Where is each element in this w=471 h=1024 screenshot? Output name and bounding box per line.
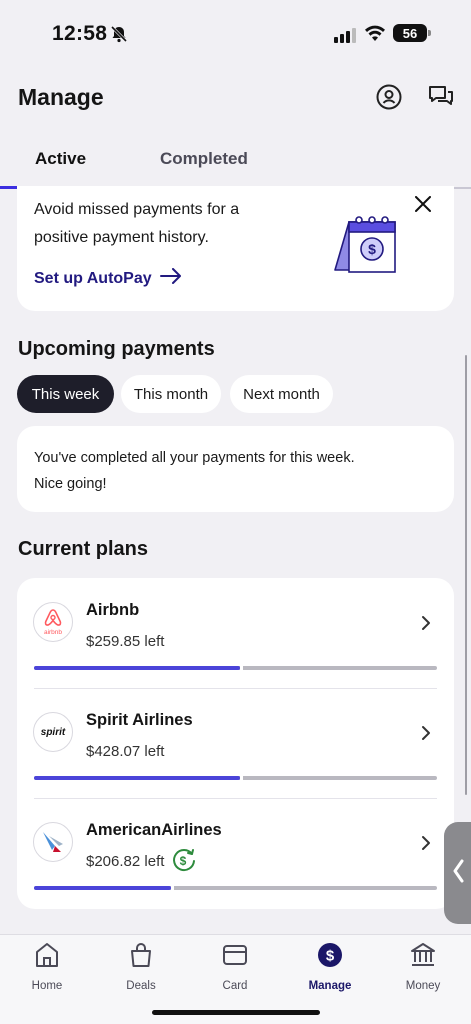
plan-progress-bar (34, 665, 437, 671)
profile-icon[interactable] (376, 84, 402, 115)
american-airlines-logo (33, 822, 73, 862)
nav-home[interactable]: Home (7, 941, 87, 992)
plan-progress-bar (34, 775, 437, 781)
plan-row-airbnb[interactable]: airbnb Airbnb $259.85 left (17, 578, 454, 688)
svg-text:airbnb: airbnb (44, 629, 62, 636)
side-panel-handle[interactable] (444, 822, 471, 924)
payments-complete-card: You've completed all your payments for t… (17, 426, 454, 512)
chevron-left-icon (452, 859, 464, 888)
signal-icon (334, 28, 356, 43)
nav-label: Manage (308, 980, 352, 992)
home-icon (34, 941, 60, 974)
shopping-bag-icon (128, 941, 154, 974)
plan-row-spirit-airlines[interactable]: spirit Spirit Airlines $428.07 left (17, 688, 454, 798)
nav-money[interactable]: Money (383, 941, 463, 992)
svg-text:$: $ (368, 241, 376, 257)
airbnb-logo: airbnb (33, 602, 73, 642)
progress-separator (171, 885, 174, 891)
payments-complete-message: You've completed all your payments for t… (34, 445, 434, 497)
nav-deals[interactable]: Deals (101, 941, 181, 992)
chevron-right-icon[interactable] (421, 835, 431, 856)
filter-this-month[interactable]: This month (121, 375, 221, 413)
nav-manage[interactable]: $ Manage (290, 941, 370, 992)
upcoming-payments-title: Upcoming payments (18, 338, 215, 360)
nav-label: Home (31, 980, 63, 992)
payments-complete-line1: You've completed all your payments for t… (34, 450, 355, 466)
page-title: Manage (18, 84, 104, 110)
bank-icon (409, 941, 437, 974)
scrollbar[interactable] (465, 355, 467, 795)
plans-list: airbnb Airbnb $259.85 left spirit Spirit… (17, 578, 454, 909)
battery-indicator: 56 (393, 24, 431, 42)
tab-completed[interactable]: Completed (160, 149, 248, 169)
refund-icon: $ (171, 847, 197, 878)
plan-merchant-name: AmericanAirlines (86, 821, 222, 839)
spirit-airlines-logo: spirit (33, 712, 73, 752)
card-icon (222, 941, 248, 974)
chevron-right-icon[interactable] (421, 725, 431, 746)
chat-icon[interactable] (428, 84, 454, 115)
plan-progress-fill (34, 886, 171, 890)
progress-separator (240, 775, 243, 781)
nav-card[interactable]: Card (195, 941, 275, 992)
plan-remaining: $259.85 left (86, 633, 165, 650)
plan-remaining: $428.07 left (86, 743, 165, 760)
status-bar: 12:58 56 (0, 0, 471, 70)
plan-progress-fill (34, 776, 240, 780)
close-icon[interactable] (415, 196, 431, 217)
calendar-payment-illustration: $ (331, 210, 401, 281)
plan-merchant-name: Spirit Airlines (86, 711, 193, 729)
current-plans-title: Current plans (18, 538, 149, 560)
plan-merchant-name: Airbnb (86, 601, 140, 619)
autopay-message: Avoid missed payments for a positive pay… (34, 201, 240, 246)
payments-complete-line2: Nice going! (34, 476, 107, 492)
filter-this-week[interactable]: This week (17, 375, 114, 413)
setup-autopay-link[interactable]: Set up AutoPay (34, 268, 182, 289)
plan-progress-bar (34, 885, 437, 891)
tab-active[interactable]: Active (35, 149, 86, 169)
tab-bar: Active Completed (0, 140, 471, 189)
autopay-banner: Avoid missed payments for a positive pay… (17, 186, 454, 311)
home-indicator (152, 1010, 320, 1015)
chevron-right-icon[interactable] (421, 615, 431, 636)
plan-row-american-airlines[interactable]: AmericanAirlines $206.82 left $ (17, 798, 454, 908)
setup-autopay-label: Set up AutoPay (34, 269, 152, 287)
svg-text:$: $ (326, 948, 335, 965)
filter-next-month[interactable]: Next month (230, 375, 333, 413)
dollar-circle-icon: $ (316, 941, 344, 974)
plan-progress-fill (34, 666, 240, 670)
arrow-right-icon (159, 268, 182, 289)
progress-separator (240, 665, 243, 671)
nav-label: Card (222, 980, 248, 992)
plan-remaining: $206.82 left (86, 853, 165, 870)
nav-label: Money (405, 980, 441, 992)
nav-label: Deals (126, 980, 156, 992)
status-time: 12:58 (52, 22, 108, 45)
wifi-icon (364, 24, 386, 47)
svg-text:$: $ (180, 854, 187, 868)
bell-off-icon (110, 25, 128, 48)
